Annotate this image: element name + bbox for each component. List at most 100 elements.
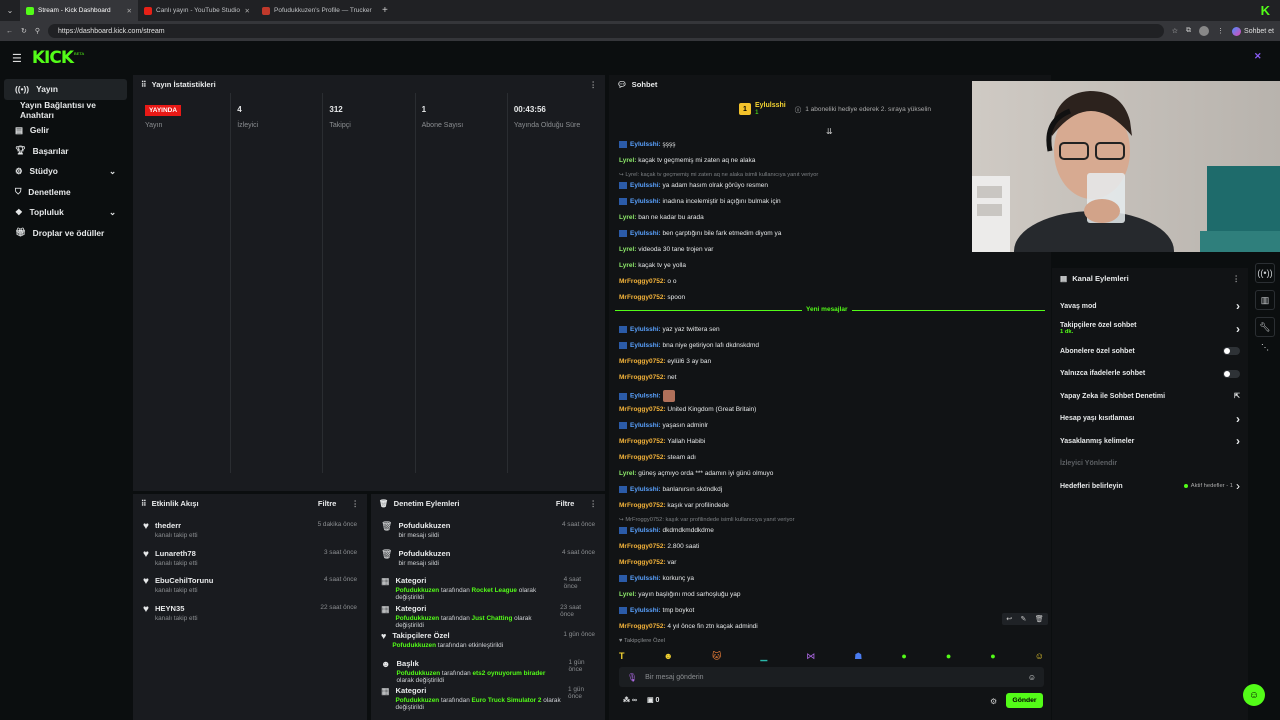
channel-action-item[interactable]: Yavaş mod ›: [1052, 295, 1248, 318]
external-link-icon[interactable]: ⇱: [1234, 392, 1240, 400]
scroll-down-icon[interactable]: ⇊: [826, 127, 833, 136]
extensions-icon[interactable]: ⧉: [1186, 27, 1191, 35]
chat-username[interactable]: Eylulsshi: [630, 326, 659, 333]
more-options-icon[interactable]: ⋮: [589, 499, 597, 508]
emote-icon[interactable]: ●: [990, 651, 995, 661]
chat-message[interactable]: Lyrel: yayın başlığını mod sarhoşluğu ya…: [619, 591, 741, 598]
emote-icon[interactable]: ☗: [854, 651, 862, 662]
emote-icon[interactable]: ●: [901, 651, 906, 661]
chat-username[interactable]: Eylulsshi: [630, 575, 659, 582]
chat-username[interactable]: Eylulsshi: [630, 607, 659, 614]
delete-icon[interactable]: 🗑︎: [1035, 615, 1044, 623]
chat-message[interactable]: MrFroggy0752: 2.800 saati: [619, 543, 699, 550]
chat-message[interactable]: Eylulsshi: banlanırsın skdndkdj: [619, 486, 722, 493]
sidebar-item-denetleme[interactable]: ⛉ Denetleme: [4, 182, 127, 203]
chat-username[interactable]: Lyrel: [619, 262, 634, 269]
chat-input[interactable]: 🎙︎ Bir mesaj gönderin ☺: [619, 667, 1044, 687]
chat-message[interactable]: MrFroggy0752: United Kingdom (Great Brit…: [619, 406, 756, 413]
chat-message[interactable]: Eylulsshi: şşşş: [619, 141, 676, 148]
bookmark-star-icon[interactable]: ☆: [1172, 27, 1178, 35]
tab-list-chevron-icon[interactable]: ⌄: [0, 6, 20, 15]
send-button[interactable]: Gönder: [1006, 693, 1043, 708]
chat-username[interactable]: MrFroggy0752: [619, 406, 663, 413]
chevron-right-icon[interactable]: ›: [1236, 322, 1240, 336]
channel-action-item[interactable]: Abonelere özel sohbet: [1052, 340, 1248, 363]
hamburger-menu-icon[interactable]: ☰: [12, 52, 22, 65]
emote-icon[interactable]: ☻: [664, 651, 673, 661]
chat-message[interactable]: Eylulsshi: bna niye getiriyon lafı dkdns…: [619, 342, 759, 349]
chat-username[interactable]: Lyrel: [619, 157, 634, 164]
tab-youtube-studio[interactable]: Canlı yayın - YouTube Studio ✕: [138, 0, 256, 21]
chat-username[interactable]: MrFroggy0752: [619, 454, 663, 461]
emote-icon[interactable]: ☺: [1035, 651, 1044, 661]
chat-username[interactable]: Eylulsshi: [630, 198, 659, 205]
chat-message[interactable]: Eylulsshi: tmp boykot: [619, 607, 694, 614]
close-tab-icon[interactable]: ✕: [127, 7, 132, 15]
emote-icon[interactable]: ⋈: [806, 651, 815, 662]
emote-icon[interactable]: 🐱︎: [712, 651, 721, 662]
sidebar-item-studyo[interactable]: ⚙ Stüdyo ⌄: [4, 161, 127, 182]
chat-username[interactable]: MrFroggy0752: [619, 294, 663, 301]
filter-button[interactable]: Filtre: [318, 499, 337, 508]
chat-message[interactable]: Eylulsshi: yaz yaz twittera sen: [619, 326, 720, 333]
chat-username[interactable]: Eylulsshi: [630, 527, 659, 534]
chat-username[interactable]: Eylulsshi: [630, 230, 659, 237]
chat-username[interactable]: MrFroggy0752: [619, 559, 663, 566]
chat-message[interactable]: MrFroggy0752: 4 yıl önce fin ztn kaçak a…: [619, 623, 758, 630]
kick-logo[interactable]: KICK: [32, 48, 74, 68]
emote-icon[interactable]: ▁: [760, 651, 767, 662]
chat-username[interactable]: MrFroggy0752: [619, 374, 663, 381]
chevron-right-icon[interactable]: ›: [1236, 299, 1240, 313]
tab-kick-dashboard[interactable]: Stream - Kick Dashboard ✕: [20, 0, 138, 21]
chat-username[interactable]: Lyrel: [619, 246, 634, 253]
channel-action-item[interactable]: Hesap yaşı kısıtlaması ›: [1052, 408, 1248, 431]
channel-action-item[interactable]: Takipçilere özel sohbet 1 dk. ›: [1052, 318, 1248, 341]
sidebar-item-gelir[interactable]: ▤ Gelir: [4, 120, 127, 141]
chat-message[interactable]: Lyrel: ban ne kadar bu arada: [619, 214, 704, 221]
site-info-icon[interactable]: ⚲: [35, 27, 40, 35]
drag-handle-icon[interactable]: ⠿: [141, 80, 147, 89]
chat-username[interactable]: Lyrel: [619, 591, 634, 598]
new-tab-icon[interactable]: +: [374, 5, 396, 16]
more-options-icon[interactable]: ⋮: [351, 499, 359, 508]
more-options-icon[interactable]: ⋮: [589, 80, 597, 89]
channel-action-item[interactable]: Yalnızca ifadelerle sohbet: [1052, 363, 1248, 386]
more-options-icon[interactable]: ⋮: [1232, 274, 1240, 283]
chat-username[interactable]: MrFroggy0752: [619, 438, 663, 445]
pin-icon[interactable]: ✎: [1021, 615, 1027, 623]
chat-message[interactable]: Lyrel: videoda 30 tane trojen var: [619, 246, 713, 253]
chat-username[interactable]: MrFroggy0752: [619, 278, 663, 285]
chat-message[interactable]: MrFroggy0752: o o: [619, 278, 676, 285]
chat-message[interactable]: MrFroggy0752: kaşık var profilindede: [619, 502, 729, 509]
chat-message[interactable]: Eylulsshi: korkunç ya: [619, 575, 694, 582]
wrench-tool-icon[interactable]: 🔧︎: [1255, 317, 1275, 337]
filter-button[interactable]: Filtre: [556, 499, 575, 508]
tab-trucker-profile[interactable]: Pofudukkuzen's Profile — Trucker✕: [256, 0, 374, 21]
emote-icon[interactable]: T: [619, 651, 625, 661]
channel-action-item[interactable]: Hedefleri belirleyin Aktif hedefler - 1 ›: [1052, 475, 1248, 498]
chat-message[interactable]: MrFroggy0752: Yallah Habibi: [619, 438, 705, 445]
chat-message[interactable]: Eylulsshi: ben çarptığını bile fark etme…: [619, 230, 781, 237]
chat-button[interactable]: Sohbet et: [1232, 26, 1274, 36]
points-icon[interactable]: ⁂ ∞: [623, 696, 637, 704]
chat-message[interactable]: Eylulsshi: inadına incelemiştir bi açığı…: [619, 198, 781, 205]
chat-username[interactable]: MrFroggy0752: [619, 502, 663, 509]
user-avatar-icon[interactable]: ✕: [1254, 51, 1268, 65]
sidebar-item-stream-key[interactable]: Yayın Bağlantısı ve Anahtarı: [4, 100, 127, 121]
sidebar-item-basarilar[interactable]: 🏆︎ Başarılar: [4, 141, 127, 162]
url-field[interactable]: https://dashboard.kick.com/stream: [48, 24, 1164, 38]
chat-message[interactable]: Eylulsshi: ya adam hasım olrak görüyo re…: [619, 182, 768, 189]
lock-counter[interactable]: ▣ 0: [647, 696, 659, 704]
chat-username[interactable]: Eylulsshi: [630, 342, 659, 349]
chat-username[interactable]: MrFroggy0752: [619, 358, 663, 365]
reload-icon[interactable]: ↻: [21, 27, 27, 35]
channel-action-item[interactable]: Yapay Zeka ile Sohbet Denetimi ⇱: [1052, 385, 1248, 408]
chat-username[interactable]: MrFroggy0752: [619, 623, 663, 630]
chevron-right-icon[interactable]: ›: [1236, 412, 1240, 426]
layout-tool-icon[interactable]: ▥: [1255, 290, 1275, 310]
toggle-switch[interactable]: [1223, 369, 1240, 378]
chat-message[interactable]: Lyrel: kaçak tv ye yolla: [619, 262, 686, 269]
chat-username[interactable]: MrFroggy0752: [619, 543, 663, 550]
chevron-right-icon[interactable]: ›: [1236, 434, 1240, 448]
emote-icon[interactable]: ●: [946, 651, 951, 661]
